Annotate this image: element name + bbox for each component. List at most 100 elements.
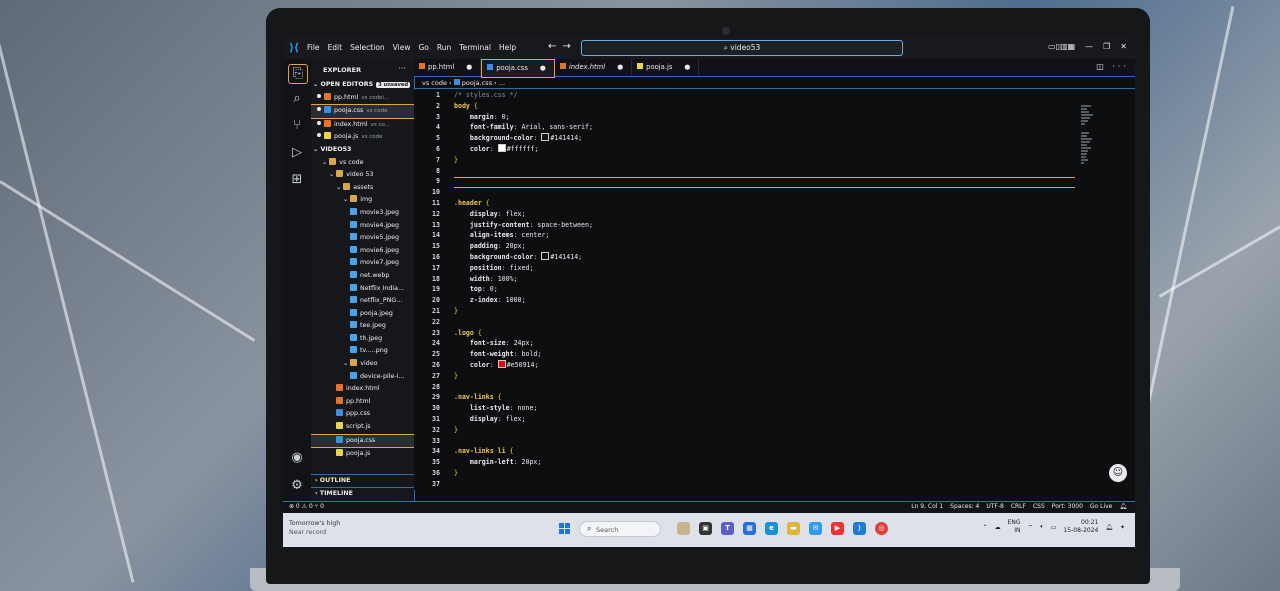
open-editors-section[interactable]: ⌄ OPEN EDITORS 3 unsaved: [311, 79, 414, 92]
vscode-taskbar-icon[interactable]: ⟩: [853, 522, 866, 535]
breadcrumb-rest[interactable]: ...: [499, 79, 505, 87]
code-line[interactable]: 31 display: flex;: [414, 414, 1074, 425]
copilot-chat-icon[interactable]: ☺: [1109, 464, 1127, 482]
account-icon[interactable]: ◉: [288, 449, 306, 467]
file-item[interactable]: device-pile-i...: [311, 371, 414, 384]
code-line[interactable]: 24 font-size: 24px;: [414, 338, 1074, 349]
editor-tab[interactable]: pp.html ●: [414, 59, 482, 76]
code-line[interactable]: 36}: [414, 468, 1074, 479]
timeline-section[interactable]: › TIMELINE: [311, 487, 414, 499]
code-line[interactable]: 29 .nav-links {: [414, 392, 1074, 403]
mail-icon[interactable]: ✉: [809, 522, 822, 535]
run-debug-icon[interactable]: ▷: [288, 144, 306, 162]
menu-item[interactable]: Run: [437, 43, 451, 52]
code-line[interactable]: 21}: [414, 306, 1074, 317]
widgets-app-icon[interactable]: [677, 522, 690, 535]
split-editor-icon[interactable]: ◫ ···: [1096, 62, 1129, 71]
file-item[interactable]: pooja.css: [311, 433, 414, 449]
code-line[interactable]: 6 color: #ffffff;: [414, 144, 1074, 155]
extensions-icon[interactable]: ⊞: [288, 171, 306, 189]
nav-arrows[interactable]: ←→: [548, 41, 577, 52]
folder-item[interactable]: ⌄ img: [311, 194, 414, 207]
code-line[interactable]: 13 justify-content: space-between;: [414, 220, 1074, 231]
code-line[interactable]: 22: [414, 317, 1074, 328]
file-item[interactable]: movie5.jpeg: [311, 232, 414, 245]
file-item[interactable]: movie6.jpeg: [311, 245, 414, 258]
store-icon[interactable]: ▦: [743, 522, 756, 535]
open-editor-item[interactable]: index.html vs co...: [311, 119, 414, 132]
menu-item[interactable]: Terminal: [459, 43, 491, 52]
edge-icon[interactable]: e: [765, 522, 778, 535]
file-item[interactable]: pooja.jpeg: [311, 308, 414, 321]
task-view-icon[interactable]: ▣: [699, 522, 712, 535]
copilot-taskbar-icon[interactable]: ✦: [1120, 524, 1125, 531]
code-line[interactable]: 25 font-weight: bold;: [414, 349, 1074, 360]
outline-section[interactable]: › OUTLINE: [311, 474, 414, 486]
search-icon[interactable]: ⌕: [288, 90, 306, 108]
menu-item[interactable]: Help: [499, 43, 516, 52]
problems-indicator[interactable]: ⊗ 0 ⚠ 0 ⑂ 0: [289, 503, 324, 510]
file-item[interactable]: tv.....png: [311, 345, 414, 358]
editor-tab[interactable]: pooja.js ●: [632, 59, 700, 76]
file-item[interactable]: pp.html: [311, 396, 414, 409]
code-line[interactable]: 19 top: 0;: [414, 284, 1074, 295]
menu-item[interactable]: Selection: [350, 43, 385, 52]
volume-icon[interactable]: 🔈︎: [1040, 523, 1044, 531]
file-item[interactable]: movie3.jpeg: [311, 207, 414, 220]
battery-icon[interactable]: ▭: [1051, 524, 1057, 531]
minimap[interactable]: [1081, 104, 1095, 194]
code-line[interactable]: 5 background-color: #141414;: [414, 133, 1074, 144]
command-center-search[interactable]: ⌕ video53: [581, 40, 903, 56]
code-line[interactable]: 15 padding: 20px;: [414, 241, 1074, 252]
code-line[interactable]: 34 .nav-links li {: [414, 446, 1074, 457]
close-button[interactable]: ✕: [1120, 42, 1127, 51]
cursor-position[interactable]: Ln 9, Col 1: [911, 503, 943, 510]
breadcrumb-file[interactable]: pooja.css: [462, 79, 492, 87]
folder-item[interactable]: ⌄ assets: [311, 182, 414, 195]
open-editor-item[interactable]: pooja.css vs code: [311, 104, 414, 119]
line-endings[interactable]: CRLF: [1011, 503, 1026, 510]
code-line[interactable]: 32}: [414, 425, 1074, 436]
language-indicator[interactable]: ENG IN: [1008, 519, 1021, 535]
code-line[interactable]: 27}: [414, 371, 1074, 382]
folder-item[interactable]: ⌄ video 53: [311, 169, 414, 182]
file-item[interactable]: movie7.jpeg: [311, 257, 414, 270]
start-button[interactable]: [559, 523, 571, 535]
code-line[interactable]: 3 margin: 0;: [414, 112, 1074, 123]
editor-tab[interactable]: pooja.css ●: [481, 59, 555, 78]
file-item[interactable]: Netflix India...: [311, 283, 414, 296]
folder-item[interactable]: ⌄ video: [311, 358, 414, 371]
source-control-icon[interactable]: ⑂: [288, 117, 306, 135]
layout-icon[interactable]: ▭▯▥▦: [1048, 42, 1075, 51]
file-item[interactable]: pooja.js: [311, 448, 414, 461]
code-line[interactable]: 23 .logo {: [414, 328, 1074, 339]
teams-icon[interactable]: T: [721, 522, 734, 535]
code-line[interactable]: 11 .header {: [414, 198, 1074, 209]
youtube-icon[interactable]: ▶: [831, 522, 844, 535]
code-line[interactable]: 30 list-style: none;: [414, 403, 1074, 414]
file-item[interactable]: th.jpeg: [311, 333, 414, 346]
code-line[interactable]: 2 body {: [414, 101, 1074, 112]
wifi-icon[interactable]: ⌔: [1028, 523, 1034, 531]
breadcrumb-folder[interactable]: vs code: [422, 79, 447, 87]
open-editor-item[interactable]: pp.html vs code\...: [311, 92, 414, 105]
weather-widget[interactable]: Tomorrow's high Near record: [289, 519, 340, 537]
code-line[interactable]: 17 position: fixed;: [414, 263, 1074, 274]
code-line[interactable]: 33: [414, 436, 1074, 447]
menu-item[interactable]: View: [393, 43, 411, 52]
minimize-button[interactable]: —: [1085, 42, 1093, 51]
menu-item[interactable]: Go: [418, 43, 428, 52]
code-line[interactable]: 8: [414, 166, 1074, 177]
indentation[interactable]: Spaces: 4: [950, 503, 979, 510]
file-item[interactable]: netflix_PNG...: [311, 295, 414, 308]
menu-item[interactable]: Edit: [328, 43, 343, 52]
code-line[interactable]: 37: [414, 479, 1074, 490]
editor-tab[interactable]: index.html ●: [555, 59, 633, 76]
file-item[interactable]: tee.jpeg: [311, 320, 414, 333]
file-item[interactable]: ppp.css: [311, 408, 414, 421]
file-item[interactable]: index.html: [311, 383, 414, 396]
settings-gear-icon[interactable]: ⚙: [288, 477, 306, 495]
code-line[interactable]: 28: [414, 382, 1074, 393]
maximize-button[interactable]: ❐: [1103, 42, 1110, 51]
chrome-icon[interactable]: ◎: [875, 522, 888, 535]
